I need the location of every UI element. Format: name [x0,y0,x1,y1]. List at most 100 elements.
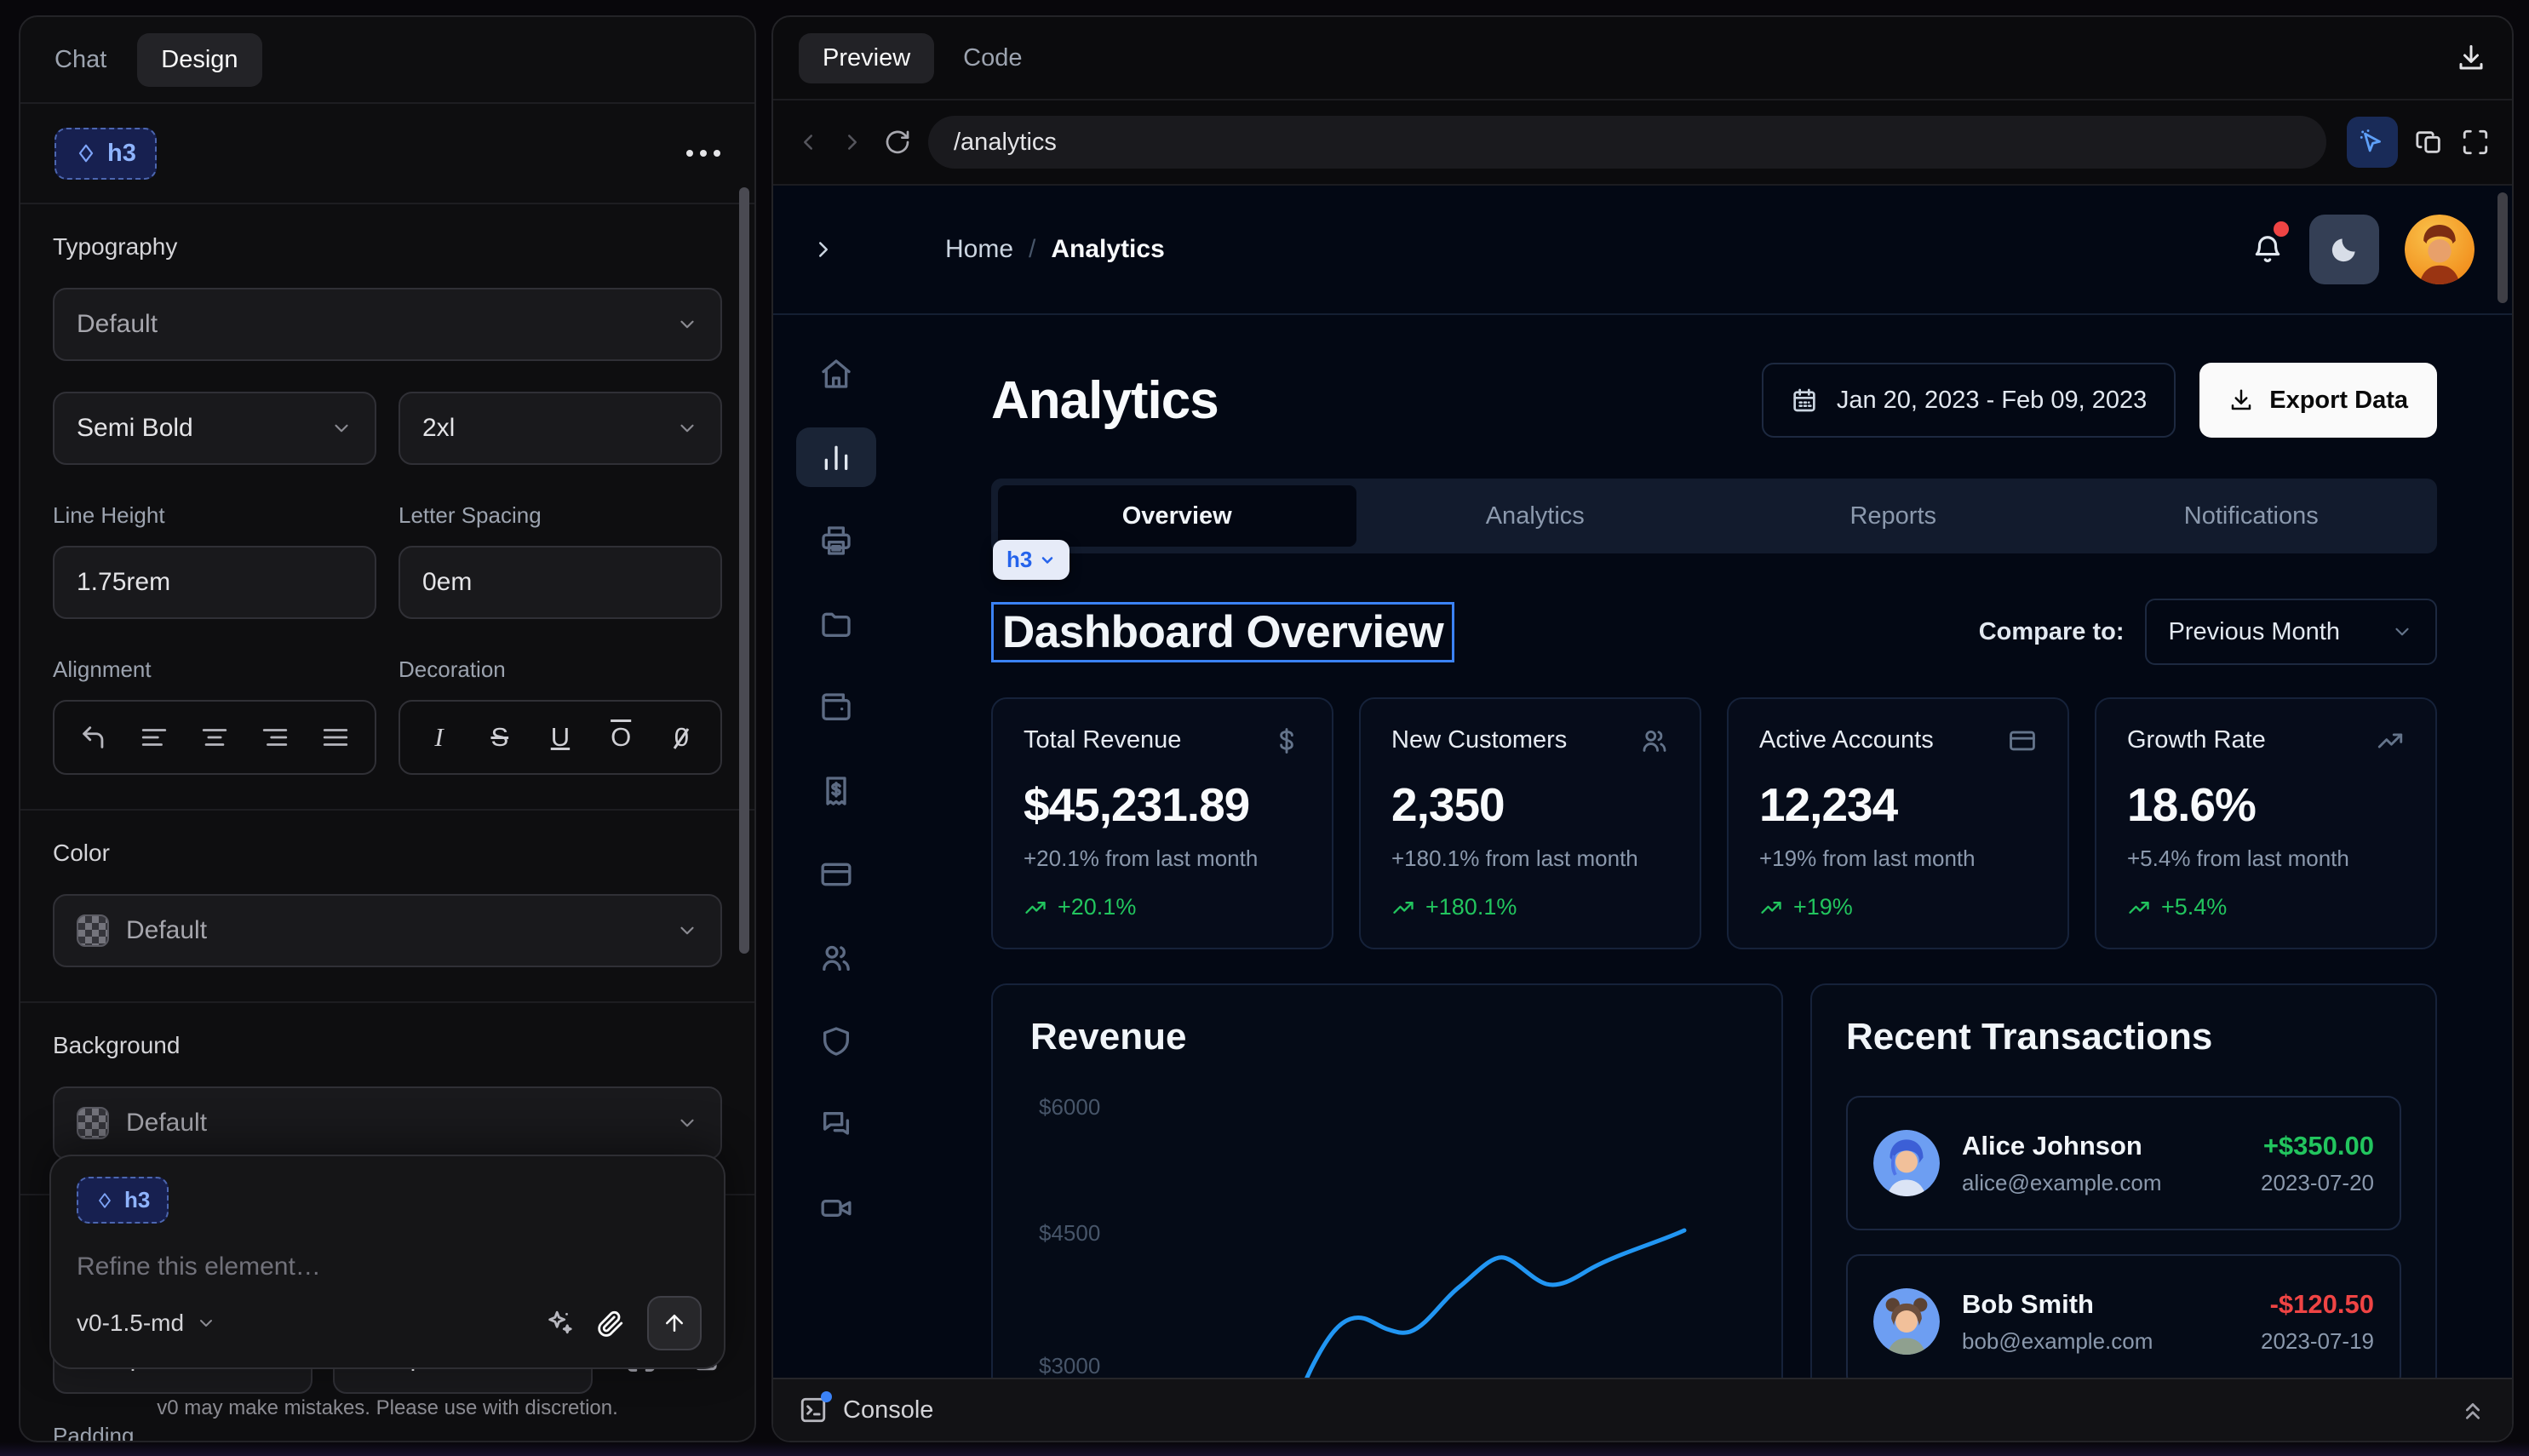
fullscreen-button[interactable] [2461,128,2490,157]
tab-chat[interactable]: Chat [54,46,106,74]
design-panel-scrollbar[interactable] [739,187,749,954]
transaction-email: alice@example.com [1962,1170,2239,1196]
tab-analytics[interactable]: Analytics [1356,485,1715,547]
model-select[interactable]: v0-1.5-md [77,1310,216,1337]
transaction-date: 2023-07-20 [2261,1170,2374,1196]
sidebar-item-video[interactable] [796,1178,876,1238]
sidebar-item-receipts[interactable] [796,761,876,821]
sidebar-item-analytics[interactable] [796,427,876,487]
theme-toggle-button[interactable] [2309,215,2379,284]
chevron-down-icon [2391,621,2413,643]
no-decoration-icon[interactable]: 0 [662,722,700,753]
underline-icon[interactable]: U [542,722,579,753]
duplicate-window-button[interactable] [2415,128,2444,157]
transaction-amount: -$120.50 [2261,1289,2374,1320]
bar-chart-icon [819,440,853,474]
letter-spacing-input[interactable]: 0em [399,546,722,619]
selected-element-badge[interactable]: h3 [54,128,157,180]
enhance-prompt-button[interactable] [545,1309,574,1338]
font-size-select[interactable]: 2xl [399,392,722,465]
transactions-title: Recent Transactions [1846,1016,2401,1058]
tab-reports[interactable]: Reports [1714,485,2073,547]
app-main: Analytics Jan 20, 2023 - Feb 09, 2023 Ex… [899,315,2512,1441]
font-weight-select[interactable]: Semi Bold [53,392,376,465]
align-right-icon[interactable] [261,723,290,752]
download-button[interactable] [2456,43,2486,73]
align-justify-icon[interactable] [321,723,350,752]
credit-card-icon [819,857,853,891]
color-title: Color [53,840,722,867]
avatar [1873,1130,1940,1196]
tab-code[interactable]: Code [963,44,1022,72]
transaction-row[interactable]: Alice Johnson alice@example.com +$350.00… [1846,1096,2401,1230]
refresh-button[interactable] [884,129,911,156]
transaction-row[interactable]: Bob Smith bob@example.com -$120.50 2023-… [1846,1254,2401,1389]
stat-card-growth-rate: Growth Rate 18.6% +5.4% from last month … [2095,697,2437,949]
more-options-button[interactable] [686,150,720,157]
typography-title: Typography [53,233,722,261]
trending-up-icon [2127,896,2151,920]
date-range-button[interactable]: Jan 20, 2023 - Feb 09, 2023 [1762,363,2176,438]
forward-button[interactable] [840,129,865,155]
export-data-button[interactable]: Export Data [2199,363,2437,438]
notifications-button[interactable] [2251,233,2284,266]
tab-notifications[interactable]: Notifications [2073,485,2431,547]
inspect-mode-button[interactable] [2347,117,2398,168]
compare-select[interactable]: Previous Month [2145,599,2438,665]
overline-icon[interactable]: O [602,722,639,753]
recent-transactions-card: Recent Transactions [1810,983,2437,1441]
preview-panel: Preview Code /analytics Home / Analytics [771,15,2514,1442]
tab-design[interactable]: Design [137,33,261,87]
folder-icon [819,607,853,641]
section-heading[interactable]: Dashboard Overview [991,602,1454,662]
video-icon [819,1191,853,1225]
home-icon [819,357,853,391]
sidebar-item-files[interactable] [796,594,876,654]
attach-button[interactable] [596,1309,625,1338]
element-selection-badge[interactable]: h3 [993,540,1070,580]
paperclip-icon [596,1309,625,1338]
chevron-down-icon [676,417,698,439]
alignment-toolbar [53,700,376,775]
typography-section: Typography Default Semi Bold 2xl Line He… [20,204,754,809]
sidebar-item-messages[interactable] [796,1095,876,1155]
refine-input[interactable]: Refine this element… [77,1253,698,1281]
line-height-input[interactable]: 1.75rem [53,546,376,619]
transaction-name: Bob Smith [1962,1289,2239,1320]
stats-grid: Total Revenue $45,231.89 +20.1% from las… [991,697,2437,949]
preview-viewport: Home / Analytics [773,184,2512,1441]
color-section: Color Default [20,811,754,1001]
align-left-icon[interactable] [140,723,169,752]
strikethrough-icon[interactable]: S [481,722,519,753]
sidebar-item-security[interactable] [796,1012,876,1071]
undo-icon[interactable] [79,723,108,752]
italic-icon[interactable]: I [421,722,458,753]
sidebar-toggle-button[interactable] [811,237,836,262]
tab-overview[interactable]: Overview [998,485,1356,547]
back-button[interactable] [795,129,821,155]
address-bar[interactable]: /analytics [928,116,2326,169]
trending-up-icon [1391,896,1415,920]
color-select[interactable]: Default [53,894,722,967]
chat-element-badge[interactable]: h3 [77,1177,169,1224]
alignment-label: Alignment [53,656,376,683]
font-family-select[interactable]: Default [53,288,722,361]
console-bar[interactable]: Console [773,1378,2512,1441]
breadcrumb-home[interactable]: Home [945,235,1013,264]
send-button[interactable] [647,1296,702,1350]
align-center-icon[interactable] [200,723,229,752]
tab-preview[interactable]: Preview [799,33,934,83]
sidebar-item-invoices[interactable] [796,511,876,570]
user-avatar[interactable] [2405,215,2475,284]
chevron-down-icon [196,1313,216,1333]
sidebar-item-wallet[interactable] [796,678,876,737]
console-expand-button[interactable] [2459,1396,2486,1424]
sidebar-item-home[interactable] [796,344,876,404]
viewport-scrollbar[interactable] [2497,192,2508,303]
chevrons-up-icon [2459,1396,2486,1424]
sidebar-item-cards[interactable] [796,845,876,904]
sidebar-item-customers[interactable] [796,928,876,988]
app-sidebar [773,315,899,1441]
background-select[interactable]: Default [53,1086,722,1160]
app-header: Home / Analytics [773,186,2512,315]
